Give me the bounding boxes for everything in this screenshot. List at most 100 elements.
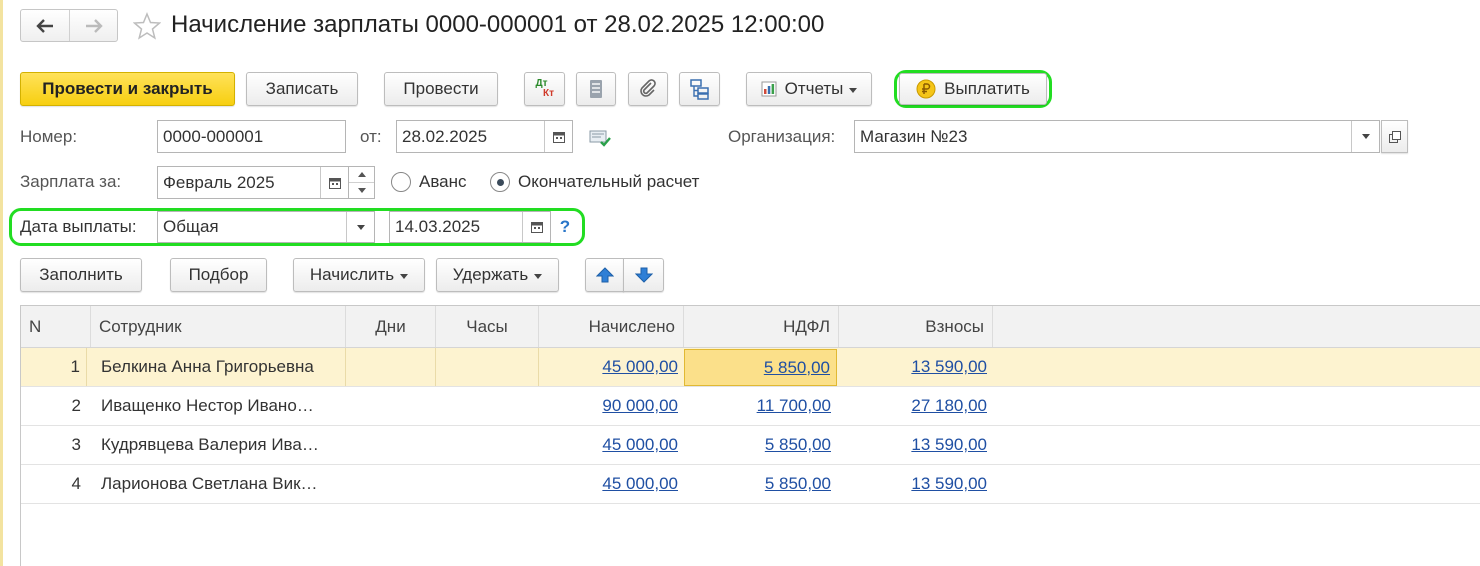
contributions-link[interactable]: 13 590,00 — [911, 435, 987, 455]
paperclip-icon — [640, 79, 656, 97]
pay-date-type-select[interactable]: Общая — [157, 211, 375, 243]
back-button[interactable] — [21, 10, 70, 41]
attach-button[interactable] — [628, 72, 668, 106]
column-header-days[interactable]: Дни — [346, 306, 436, 347]
post-button[interactable]: Провести — [384, 72, 498, 106]
pay-button[interactable]: Выплатить — [899, 73, 1047, 105]
post-and-close-button[interactable]: Провести и закрыть — [20, 72, 235, 106]
hierarchy-icon — [689, 79, 709, 100]
accrued-link[interactable]: 45 000,00 — [602, 435, 678, 455]
pay-date-value: 14.03.2025 — [395, 217, 481, 236]
help-icon[interactable]: ? — [557, 214, 573, 240]
cell-accrued: 90 000,00 — [539, 387, 684, 425]
period-stepper[interactable] — [349, 166, 375, 199]
date-field[interactable]: 28.02.2025 — [396, 120, 573, 153]
organization-open-button[interactable] — [1381, 120, 1408, 153]
calendar-icon — [530, 222, 543, 233]
salary-period-value: Февраль 2025 — [163, 172, 275, 192]
cell-days — [346, 426, 436, 464]
favorite-star-button[interactable] — [132, 12, 162, 40]
ndfl-link[interactable]: 5 850,00 — [765, 474, 831, 494]
pay-date-calendar-button[interactable] — [522, 212, 550, 242]
table-header: N Сотрудник Дни Часы Начислено НДФЛ Взно… — [21, 306, 1480, 348]
cell-hours — [436, 348, 539, 386]
table-row[interactable]: 4 Ларионова Светлана Вик… 45 000,00 5 85… — [21, 465, 1480, 504]
fill-button[interactable]: Заполнить — [20, 258, 142, 292]
document-list-icon — [590, 80, 602, 98]
table-row[interactable]: 3 Кудрявцева Валерия Ива… 45 000,00 5 85… — [21, 426, 1480, 465]
contributions-link[interactable]: 13 590,00 — [911, 474, 987, 494]
withhold-label: Удержать — [452, 265, 529, 284]
left-accent-bar — [0, 0, 3, 566]
cell-contributions: 27 180,00 — [839, 387, 993, 425]
pay-date-type-dropdown-button[interactable] — [346, 212, 374, 242]
calendar-icon — [328, 177, 341, 189]
period-up-button[interactable] — [349, 167, 374, 183]
chevron-up-icon — [357, 172, 366, 177]
ndfl-link[interactable]: 11 700,00 — [757, 396, 831, 416]
arrow-up-icon — [595, 267, 614, 283]
cell-hours — [436, 465, 539, 503]
organization-value: Магазин №23 — [860, 126, 968, 146]
column-header-accrued[interactable]: Начислено — [539, 306, 684, 347]
pay-date-type-value: Общая — [163, 217, 219, 236]
report-chart-icon — [761, 81, 777, 97]
cell-n: 2 — [71, 396, 81, 415]
final-calculation-label: Окончательный расчет — [518, 172, 700, 191]
cell-ndfl: 11 700,00 — [684, 387, 837, 425]
period-down-button[interactable] — [349, 183, 374, 198]
cell-employee: Ларионова Светлана Вик… — [101, 474, 318, 493]
table-row[interactable]: 1 Белкина Анна Григорьевна 45 000,00 5 8… — [21, 348, 1480, 387]
structure-button[interactable] — [576, 72, 616, 106]
cell-days — [346, 348, 436, 386]
organization-field[interactable]: Магазин №23 — [854, 120, 1380, 153]
dt-kt-button[interactable]: Дт Кт — [524, 72, 565, 106]
accrued-link[interactable]: 90 000,00 — [602, 396, 678, 416]
accrued-link[interactable]: 45 000,00 — [602, 474, 678, 494]
advance-radio[interactable] — [391, 172, 411, 192]
column-header-ndfl[interactable]: НДФЛ — [684, 306, 839, 347]
move-down-button[interactable] — [623, 258, 664, 292]
advance-label: Аванс — [419, 172, 467, 191]
star-icon — [132, 12, 162, 40]
table-row[interactable]: 2 Иващенко Нестор Ивано… 90 000,00 11 70… — [21, 387, 1480, 426]
number-field[interactable]: 0000-000001 — [157, 120, 346, 153]
calendar-button[interactable] — [544, 121, 572, 152]
column-header-hours[interactable]: Часы — [436, 306, 539, 347]
period-calendar-button[interactable] — [320, 167, 348, 198]
document-status-icon[interactable] — [588, 127, 614, 149]
chevron-down-icon — [356, 224, 365, 230]
column-header-employee[interactable]: Сотрудник — [91, 306, 346, 347]
reports-button[interactable]: Отчеты — [746, 72, 872, 106]
cell-employee: Белкина Анна Григорьевна — [95, 348, 346, 386]
salary-period-field[interactable]: Февраль 2025 — [157, 166, 349, 199]
ndfl-link[interactable]: 5 850,00 — [765, 435, 831, 455]
organization-dropdown-button[interactable] — [1351, 121, 1379, 152]
pay-date-label: Дата выплаты: — [20, 217, 137, 236]
final-calculation-radio[interactable] — [490, 172, 510, 192]
cell-n: 1 — [21, 348, 87, 386]
cell-hours — [436, 387, 539, 425]
save-button[interactable]: Записать — [246, 72, 358, 106]
column-header-contributions[interactable]: Взносы — [839, 306, 993, 347]
open-window-icon — [1388, 130, 1401, 143]
chevron-down-icon — [357, 188, 366, 193]
arrow-right-icon — [86, 18, 103, 33]
page-title: Начисление зарплаты 0000-000001 от 28.02… — [171, 11, 825, 38]
contributions-link[interactable]: 27 180,00 — [911, 396, 987, 416]
accrued-link[interactable]: 45 000,00 — [602, 357, 678, 377]
move-up-button[interactable] — [585, 258, 624, 292]
pick-button[interactable]: Подбор — [170, 258, 267, 292]
accrue-button[interactable]: Начислить — [293, 258, 425, 292]
related-documents-button[interactable] — [679, 72, 720, 106]
organization-label: Организация: — [728, 127, 836, 146]
column-header-n[interactable]: N — [21, 306, 91, 347]
pay-date-field[interactable]: 14.03.2025 — [389, 211, 551, 243]
ndfl-link[interactable]: 5 850,00 — [764, 358, 830, 378]
cell-days — [346, 387, 436, 425]
withhold-button[interactable]: Удержать — [436, 258, 559, 292]
cell-ndfl-selected[interactable]: 5 850,00 — [684, 349, 837, 386]
cell-ndfl: 5 850,00 — [684, 465, 837, 503]
forward-button[interactable] — [70, 10, 118, 41]
contributions-link[interactable]: 13 590,00 — [911, 357, 987, 377]
